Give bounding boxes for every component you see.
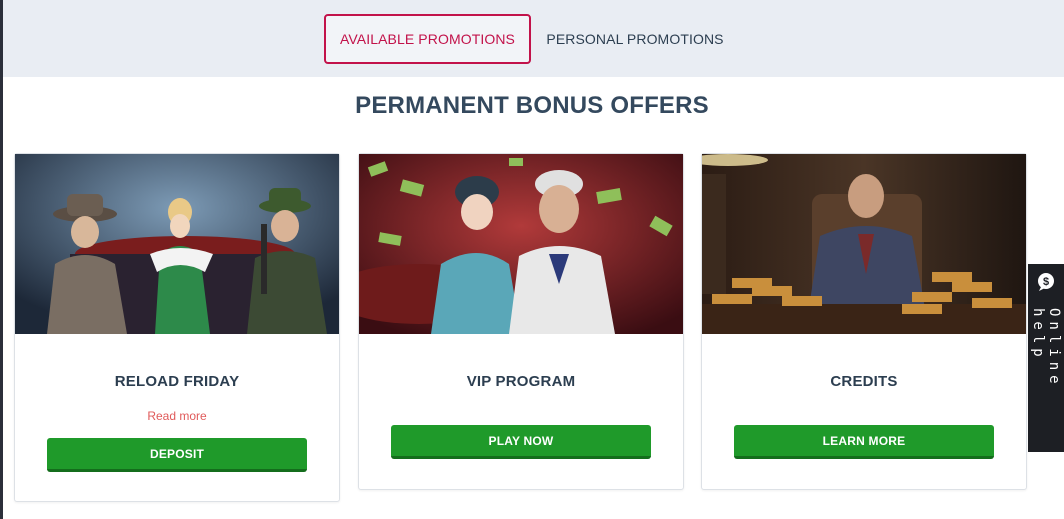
card-title: VIP PROGRAM bbox=[466, 373, 576, 390]
online-help-tab[interactable]: $ Online help bbox=[1028, 264, 1064, 452]
svg-text:$: $ bbox=[1043, 276, 1049, 288]
learn-more-button[interactable]: LEARN MORE bbox=[734, 425, 994, 459]
page-title: PERMANENT BONUS OFFERS bbox=[355, 92, 709, 119]
promo-card-credits: CREDITS LEARN MORE bbox=[701, 153, 1027, 490]
promo-card-vip-program: VIP PROGRAM PLAY NOW bbox=[358, 153, 684, 490]
tab-personal-promotions[interactable]: PERSONAL PROMOTIONS bbox=[545, 14, 725, 64]
promo-image-vip[interactable] bbox=[359, 154, 683, 334]
read-more-link[interactable]: Read more bbox=[15, 409, 339, 423]
promotions-tabs-bar bbox=[3, 0, 1064, 77]
card-title: CREDITS bbox=[830, 373, 898, 390]
online-help-label: Online help bbox=[1030, 308, 1062, 389]
chat-dollar-icon: $ bbox=[1036, 272, 1056, 292]
tab-available-promotions[interactable]: AVAILABLE PROMOTIONS bbox=[324, 14, 531, 64]
left-edge-border bbox=[0, 0, 3, 519]
promo-card-reload-friday: RELOAD FRIDAY Read more DEPOSIT bbox=[14, 153, 340, 502]
play-now-button[interactable]: PLAY NOW bbox=[391, 425, 651, 459]
promo-image-credits[interactable] bbox=[702, 154, 1026, 334]
card-title: RELOAD FRIDAY bbox=[114, 373, 240, 390]
promo-image-gangsters[interactable] bbox=[15, 154, 339, 334]
deposit-button[interactable]: DEPOSIT bbox=[47, 438, 307, 472]
